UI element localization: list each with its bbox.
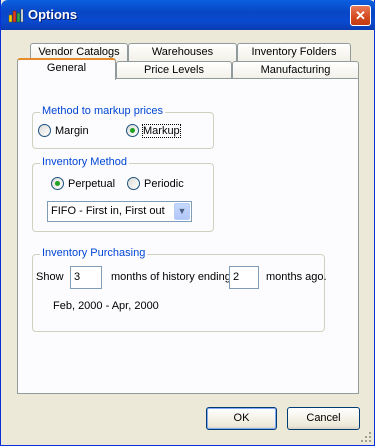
show-label: Show: [36, 271, 64, 283]
inventory-purchasing-group: Inventory Purchasing Show 3 months of hi…: [32, 247, 327, 332]
history-date-range: Feb, 2000 - Apr, 2000: [53, 300, 159, 312]
markup-radio-label: Markup: [142, 123, 181, 138]
close-icon: ✕: [355, 8, 366, 23]
general-tab-panel: Method to markup prices Margin Markup In…: [17, 78, 359, 394]
options-app-icon: [8, 8, 24, 23]
margin-radio-label: Margin: [55, 124, 89, 137]
ok-button[interactable]: OK: [206, 407, 277, 430]
months-ago-input[interactable]: 2: [229, 266, 259, 289]
markup-method-group-label: Method to markup prices: [40, 105, 166, 117]
months-history-input[interactable]: 3: [70, 266, 102, 289]
options-dialog: Options ✕ Vendor Catalogs Warehouses Inv…: [0, 0, 375, 446]
tab-warehouses[interactable]: Warehouses: [128, 43, 237, 62]
title-bar[interactable]: Options ✕: [1, 0, 375, 30]
markup-radio-circle[interactable]: [126, 124, 139, 137]
tab-inventory-folders[interactable]: Inventory Folders: [237, 43, 351, 62]
periodic-radio-label: Periodic: [144, 177, 184, 190]
costing-method-value: FIFO - First in, First out: [51, 205, 165, 217]
markup-method-group: Method to markup prices Margin Markup: [32, 105, 214, 149]
cancel-button[interactable]: Cancel: [287, 407, 360, 430]
perpetual-radio-circle[interactable]: [51, 177, 64, 190]
inventory-method-group-label: Inventory Method: [40, 156, 129, 168]
months-history-label: months of history ending: [111, 271, 231, 283]
margin-radio[interactable]: Margin: [38, 124, 89, 137]
months-ago-label: months ago.: [266, 271, 327, 283]
resize-grip-icon[interactable]: [360, 431, 372, 443]
window-title: Options: [28, 7, 78, 22]
perpetual-radio-label: Perpetual: [68, 177, 116, 190]
markup-radio[interactable]: Markup: [126, 123, 181, 138]
margin-radio-circle[interactable]: [38, 124, 51, 137]
periodic-radio[interactable]: Periodic: [127, 177, 184, 190]
dropdown-arrow-icon[interactable]: ▼: [174, 203, 190, 220]
tab-general[interactable]: General: [17, 58, 116, 80]
inventory-method-group: Inventory Method Perpetual Periodic FIFO…: [32, 156, 214, 232]
close-button[interactable]: ✕: [350, 5, 371, 26]
costing-method-select[interactable]: FIFO - First in, First out ▼: [47, 201, 192, 222]
periodic-radio-circle[interactable]: [127, 177, 140, 190]
perpetual-radio[interactable]: Perpetual: [51, 177, 115, 190]
inventory-purchasing-group-label: Inventory Purchasing: [40, 247, 148, 259]
